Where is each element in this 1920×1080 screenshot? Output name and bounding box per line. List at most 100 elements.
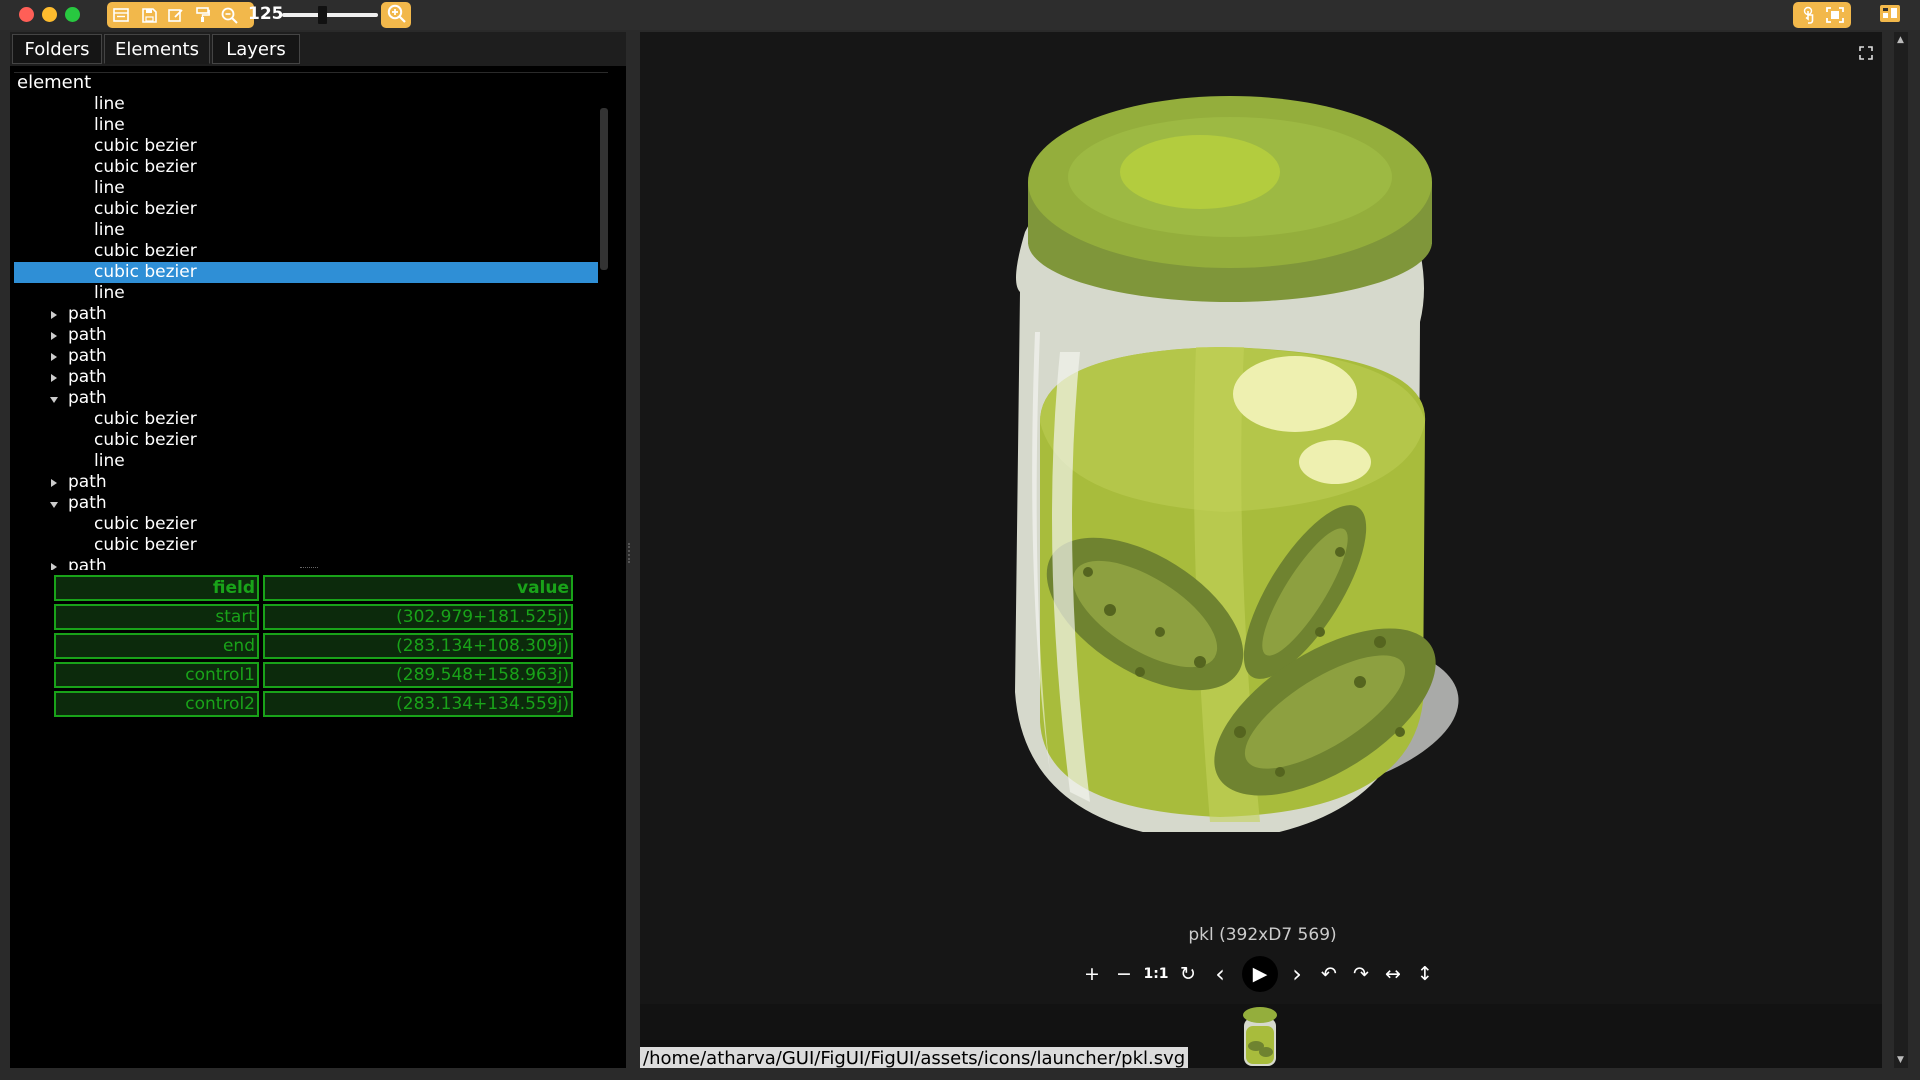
value-cell[interactable]: (283.134+108.309j) xyxy=(263,633,573,659)
tree-node-path[interactable]: path xyxy=(14,346,608,367)
tree-node-segment[interactable]: line xyxy=(14,178,608,199)
tree-node-path[interactable]: path xyxy=(14,388,608,409)
tree-table-splitter[interactable] xyxy=(300,567,318,571)
tree-scrollbar-thumb[interactable] xyxy=(600,108,608,270)
bottom-bar xyxy=(0,1068,1920,1080)
tree-node-segment[interactable]: cubic bezier xyxy=(14,430,608,451)
tree-node-path[interactable]: path xyxy=(14,493,608,514)
tree-node-label: path xyxy=(68,556,107,570)
tree-node-label: path xyxy=(68,304,107,324)
flip-horizontal-control[interactable]: ↔ xyxy=(1378,958,1408,990)
panel-tabs: Folders Elements Layers xyxy=(10,32,626,66)
tree-node-segment[interactable]: line xyxy=(14,451,608,472)
tree-node-label: path xyxy=(68,493,107,513)
actual-size-control[interactable]: 1:1 xyxy=(1141,958,1171,990)
fit-screen-icon[interactable] xyxy=(1825,5,1845,25)
collapse-arrow-icon[interactable] xyxy=(50,397,58,403)
tree-node-label: cubic bezier xyxy=(94,136,197,156)
table-row: start (302.979+181.525j) xyxy=(46,604,578,630)
zoom-in-button[interactable] xyxy=(381,2,411,28)
tab-layers[interactable]: Layers xyxy=(212,34,300,64)
archive-icon xyxy=(1879,3,1901,27)
tree-node-segment[interactable]: line xyxy=(14,94,608,115)
archive-button[interactable] xyxy=(1876,2,1904,28)
tab-folders[interactable]: Folders xyxy=(12,34,102,64)
zoom-value[interactable]: 125 xyxy=(248,4,284,24)
menu-icon[interactable] xyxy=(111,5,131,25)
tree-node-label: cubic bezier xyxy=(94,241,197,261)
zoom-out-icon[interactable] xyxy=(219,5,239,25)
value-column-header: value xyxy=(263,575,573,601)
toolbar-group xyxy=(107,2,254,28)
expand-arrow-icon[interactable] xyxy=(51,332,57,340)
expand-arrow-icon[interactable] xyxy=(51,374,57,382)
table-row: end (283.134+108.309j) xyxy=(46,633,578,659)
zoom-slider-handle[interactable] xyxy=(318,6,327,24)
tree-node-label: cubic bezier xyxy=(94,157,197,177)
field-column-header: field xyxy=(54,575,259,601)
flip-vertical-control[interactable]: ↕ xyxy=(1410,958,1440,990)
expand-arrow-icon[interactable] xyxy=(51,479,57,487)
tab-elements[interactable]: Elements xyxy=(104,34,210,64)
scroll-down-icon[interactable]: ▼ xyxy=(1897,1055,1904,1065)
tree-node-segment[interactable]: line xyxy=(14,283,608,304)
previous-control[interactable]: ‹ xyxy=(1205,958,1235,990)
tree-node-path[interactable]: path xyxy=(14,367,608,388)
value-cell[interactable]: (302.979+181.525j) xyxy=(263,604,573,630)
pickle-jar-thumbnail[interactable] xyxy=(1240,1004,1280,1068)
tree-node-path[interactable]: path xyxy=(14,472,608,493)
tree-node-label: path xyxy=(68,346,107,366)
tree-node-segment[interactable]: line xyxy=(14,220,608,241)
table-row: control1 (289.548+158.963j) xyxy=(46,662,578,688)
tree-node-label: cubic bezier xyxy=(94,199,197,219)
field-cell: end xyxy=(54,633,259,659)
tree-node-segment[interactable]: cubic bezier xyxy=(14,535,608,556)
table-row: control2 (283.134+134.559j) xyxy=(46,691,578,717)
field-cell: control2 xyxy=(54,691,259,717)
expand-arrow-icon[interactable] xyxy=(51,563,57,570)
value-cell[interactable]: (289.548+158.963j) xyxy=(263,662,573,688)
next-control[interactable]: › xyxy=(1282,958,1312,990)
reset-control[interactable]: ↻ xyxy=(1173,958,1203,990)
viewer-scrollbar[interactable]: ▲ ▼ xyxy=(1894,32,1908,1068)
value-cell[interactable]: (283.134+134.559j) xyxy=(263,691,573,717)
tree-node-path[interactable]: path xyxy=(14,325,608,346)
edit-icon[interactable] xyxy=(166,5,186,25)
field-cell: start xyxy=(54,604,259,630)
tree-node-label: cubic bezier xyxy=(94,262,197,282)
tree-node-label: cubic bezier xyxy=(94,535,197,555)
collapse-arrow-icon[interactable] xyxy=(50,502,58,508)
format-paint-icon[interactable] xyxy=(192,5,212,25)
field-cell: control1 xyxy=(54,662,259,688)
expand-arrow-icon[interactable] xyxy=(51,311,57,319)
tree-node-segment[interactable]: cubic bezier xyxy=(14,241,608,262)
play-control[interactable]: ▶ xyxy=(1242,956,1278,992)
scroll-up-icon[interactable]: ▲ xyxy=(1897,35,1904,45)
zoom-slider[interactable] xyxy=(282,13,378,17)
tree-node-label: cubic bezier xyxy=(94,409,197,429)
tree-node-label: line xyxy=(94,115,125,135)
touch-icon[interactable] xyxy=(1799,5,1819,25)
tree-node-segment[interactable]: cubic bezier xyxy=(14,136,608,157)
splitter-grip[interactable] xyxy=(628,543,632,563)
zoom-in-control[interactable]: + xyxy=(1077,958,1107,990)
image-caption: pkl (392xD7 569) xyxy=(1188,925,1337,945)
fullscreen-button[interactable] xyxy=(1848,36,1884,72)
maximize-window-button[interactable] xyxy=(65,7,80,22)
expand-arrow-icon[interactable] xyxy=(51,353,57,361)
tree-header: element xyxy=(17,72,92,93)
close-window-button[interactable] xyxy=(19,7,34,22)
tree-node-segment[interactable]: cubic bezier xyxy=(14,262,608,283)
rotate-right-control[interactable]: ↷ xyxy=(1346,958,1376,990)
rotate-left-control[interactable]: ↶ xyxy=(1314,958,1344,990)
tree-node-segment[interactable]: cubic bezier xyxy=(14,157,608,178)
tree-node-segment[interactable]: cubic bezier xyxy=(14,409,608,430)
tree-node-path[interactable]: path xyxy=(14,304,608,325)
zoom-out-control[interactable]: − xyxy=(1109,958,1139,990)
save-icon[interactable] xyxy=(139,5,159,25)
tree-node-segment[interactable]: line xyxy=(14,115,608,136)
element-tree: line line cubic bezier cubic bezier line cubi… xyxy=(10,94,608,570)
tree-node-segment[interactable]: cubic bezier xyxy=(14,514,608,535)
tree-node-segment[interactable]: cubic bezier xyxy=(14,199,608,220)
minimize-window-button[interactable] xyxy=(42,7,57,22)
